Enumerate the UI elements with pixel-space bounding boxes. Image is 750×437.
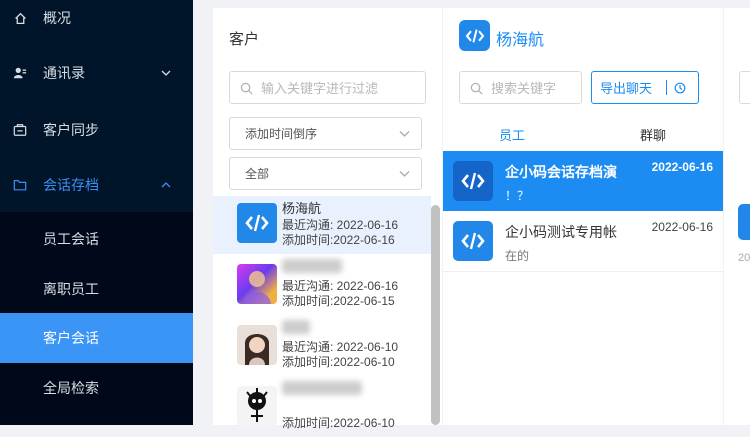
sidebar-item-customer-sync[interactable]: 客户同步 (0, 105, 193, 155)
customer-added-time: 添加时间:2022-06-10 (282, 355, 395, 369)
customer-list-item[interactable]: 最近沟通: 2022-06-16 添加时间:2022-06-15 (213, 257, 431, 315)
search-icon (240, 82, 253, 95)
company-logo-icon (453, 161, 493, 201)
company-logo-icon (237, 203, 277, 243)
sidebar: 概况 通讯录 客户同步 会话存档 员工会话 离职员工 客户会话 全局检索 (0, 0, 193, 425)
export-chat-button[interactable]: 导出聊天 (591, 71, 699, 104)
sidebar-subitem-customer-sessions[interactable]: 客户会话 (0, 313, 193, 363)
customer-list-item[interactable]: 添加时间:2022-06-10 (213, 379, 431, 437)
contacts-icon (12, 65, 28, 81)
customer-name-redacted (282, 381, 362, 395)
search-icon (470, 82, 483, 95)
subitem-label: 员工会话 (43, 231, 99, 247)
sidebar-item-contacts[interactable]: 通讯录 (0, 48, 193, 98)
export-chat-label: 导出聊天 (600, 81, 653, 96)
filter-select-value: 全部 (245, 167, 270, 181)
avatar (237, 386, 277, 426)
customer-panel: 客户 输入关键字进行过滤 添加时间倒序 全部 杨海航 最近沟通: 2022-06… (213, 8, 442, 430)
customer-list-item[interactable]: 最近沟通: 2022-06-10 添加时间:2022-06-10 (213, 318, 431, 376)
sync-icon (12, 122, 28, 138)
message-panel: 20 (724, 8, 750, 425)
chat-name: 企小码会话存档演 (505, 164, 617, 180)
tab-employee[interactable]: 员工 (499, 125, 525, 144)
chat-tabs: 员工 群聊 (443, 117, 723, 151)
chat-list-item[interactable]: 企小码会话存档演 2022-06-16 ！？ (443, 151, 723, 211)
submenu: 员工会话 离职员工 客户会话 全局检索 (0, 212, 193, 425)
tab-group-chat[interactable]: 群聊 (640, 125, 666, 144)
search-placeholder: 输入关键字进行过滤 (261, 81, 379, 96)
customer-name: 杨海航 (282, 201, 322, 216)
home-icon (12, 10, 28, 26)
customer-name-redacted (282, 259, 342, 273)
customer-added-time: 添加时间:2022-06-10 (282, 416, 395, 430)
avatar (237, 264, 277, 304)
subitem-label: 离职员工 (43, 281, 99, 297)
sidebar-item-overview[interactable]: 概况 (0, 0, 193, 43)
chevron-down-icon (399, 171, 410, 177)
sidebar-subitem-global-search[interactable]: 全局检索 (0, 363, 193, 413)
sort-select-value: 添加时间倒序 (245, 127, 318, 141)
folder-icon (12, 177, 28, 193)
customer-search-input[interactable]: 输入关键字进行过滤 (229, 71, 426, 104)
message-search-input[interactable] (739, 71, 750, 104)
customer-list-item[interactable]: 杨海航 最近沟通: 2022-06-16 添加时间:2022-06-16 (213, 196, 431, 254)
sidebar-item-label: 通讯录 (43, 65, 85, 81)
customer-list-scrollbar[interactable] (431, 205, 440, 425)
subitem-label: 客户会话 (43, 330, 99, 346)
filter-select[interactable]: 全部 (229, 157, 422, 190)
subitem-label: 全局检索 (43, 380, 99, 396)
chat-name: 企小码测试专用帐 (505, 224, 617, 240)
search-placeholder: 搜索关键字 (491, 81, 557, 96)
sidebar-subitem-employee-sessions[interactable]: 员工会话 (0, 214, 193, 264)
customer-name-redacted (282, 320, 310, 334)
chat-panel-title: 杨海航 (496, 32, 545, 49)
chat-preview: ！？ (505, 189, 530, 203)
chat-preview: 在的 (505, 249, 530, 263)
sidebar-item-label: 会话存档 (43, 177, 99, 193)
customer-panel-title: 客户 (229, 31, 260, 48)
sidebar-subitem-resigned-employees[interactable]: 离职员工 (0, 264, 193, 314)
chevron-up-icon (161, 182, 171, 188)
chevron-down-icon (161, 70, 171, 76)
customer-added-time: 添加时间:2022-06-15 (282, 294, 395, 308)
chevron-down-icon (399, 131, 410, 137)
company-logo-icon (459, 20, 490, 51)
avatar (237, 325, 277, 365)
sidebar-item-session-archive[interactable]: 会话存档 (0, 160, 193, 210)
sort-select[interactable]: 添加时间倒序 (229, 117, 422, 150)
history-icon (674, 82, 686, 94)
sidebar-item-label: 客户同步 (43, 122, 99, 138)
chat-search-input[interactable]: 搜索关键字 (459, 71, 582, 104)
chat-date: 2022-06-16 (651, 220, 713, 234)
customer-added-time: 添加时间:2022-06-16 (282, 233, 395, 247)
chat-list-item[interactable]: 企小码测试专用帐 2022-06-16 在的 (443, 211, 723, 271)
chat-date: 2022-06-16 (651, 160, 713, 174)
sidebar-item-label: 概况 (43, 10, 71, 26)
message-date-fragment: 20 (738, 252, 750, 264)
company-logo-icon (738, 204, 750, 240)
company-logo-icon (453, 221, 493, 261)
button-divider (666, 80, 667, 95)
divider (443, 271, 723, 272)
